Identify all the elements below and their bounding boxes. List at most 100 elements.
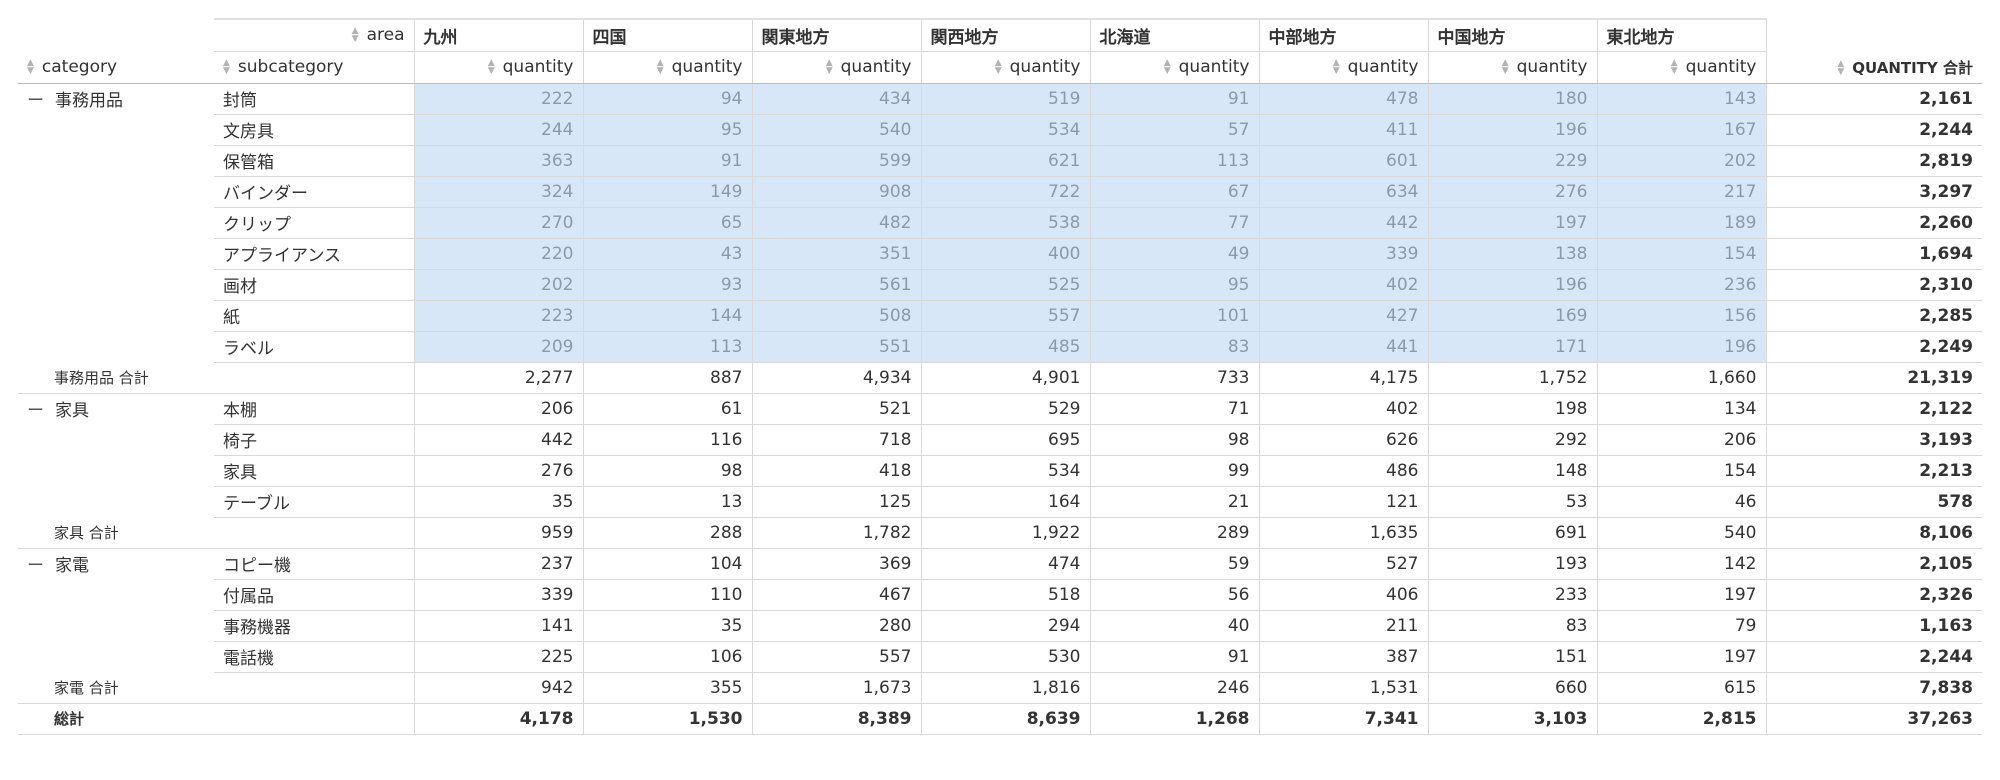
row-total-cell[interactable]: 3,297 xyxy=(1766,175,1982,208)
value-cell[interactable]: 551 xyxy=(751,330,921,363)
subcategory-cell[interactable]: 付属品 xyxy=(214,578,414,611)
subtotal-value-cell[interactable]: 1,782 xyxy=(751,516,921,549)
value-cell[interactable]: 167 xyxy=(1596,113,1767,146)
area-header-0[interactable]: 九州 xyxy=(413,18,583,52)
value-cell[interactable]: 525 xyxy=(920,268,1090,301)
value-cell[interactable]: 197 xyxy=(1596,578,1767,611)
value-cell[interactable]: 223 xyxy=(413,299,583,332)
row-total-cell[interactable]: 2,244 xyxy=(1766,640,1982,673)
subtotal-value-cell[interactable]: 355 xyxy=(582,671,752,704)
category-cell[interactable]: ー家具 xyxy=(18,393,214,424)
value-cell[interactable]: 233 xyxy=(1427,578,1597,611)
row-total-cell[interactable]: 1,163 xyxy=(1766,609,1982,642)
measure-header[interactable]: ▲ ▼ quantity xyxy=(920,50,1090,84)
value-cell[interactable]: 534 xyxy=(920,113,1090,146)
area-header-6[interactable]: 中国地方 xyxy=(1427,18,1597,52)
value-cell[interactable]: 908 xyxy=(751,175,921,208)
subcategory-cell[interactable]: 紙 xyxy=(214,299,414,332)
value-cell[interactable]: 61 xyxy=(582,392,752,425)
subtotal-total-cell[interactable]: 21,319 xyxy=(1766,361,1982,394)
value-cell[interactable]: 91 xyxy=(1089,82,1259,115)
value-cell[interactable]: 202 xyxy=(1596,144,1767,177)
value-cell[interactable]: 427 xyxy=(1258,299,1428,332)
value-cell[interactable]: 144 xyxy=(582,299,752,332)
value-cell[interactable]: 351 xyxy=(751,237,921,270)
row-total-cell[interactable]: 2,310 xyxy=(1766,268,1982,301)
subcategory-cell[interactable]: 事務機器 xyxy=(214,609,414,642)
value-cell[interactable]: 695 xyxy=(920,423,1090,456)
value-cell[interactable]: 220 xyxy=(413,237,583,270)
value-cell[interactable]: 193 xyxy=(1427,547,1597,580)
value-cell[interactable]: 442 xyxy=(1258,206,1428,239)
area-header-4[interactable]: 北海道 xyxy=(1089,18,1259,52)
sort-arrows-icon[interactable]: ▲ ▼ xyxy=(826,59,833,76)
area-header-1[interactable]: 四国 xyxy=(582,18,752,52)
value-cell[interactable]: 149 xyxy=(582,175,752,208)
value-cell[interactable]: 171 xyxy=(1427,330,1597,363)
value-cell[interactable]: 106 xyxy=(582,640,752,673)
value-cell[interactable]: 189 xyxy=(1596,206,1767,239)
value-cell[interactable]: 280 xyxy=(751,609,921,642)
value-cell[interactable]: 53 xyxy=(1427,485,1597,518)
value-cell[interactable]: 529 xyxy=(920,392,1090,425)
value-cell[interactable]: 276 xyxy=(413,454,583,487)
value-cell[interactable]: 339 xyxy=(413,578,583,611)
subtotal-value-cell[interactable]: 288 xyxy=(582,516,752,549)
value-cell[interactable]: 599 xyxy=(751,144,921,177)
value-cell[interactable]: 101 xyxy=(1089,299,1259,332)
subcategory-cell[interactable]: クリップ xyxy=(214,206,414,239)
value-cell[interactable]: 95 xyxy=(1089,268,1259,301)
value-cell[interactable]: 164 xyxy=(920,485,1090,518)
subtotal-value-cell[interactable]: 1,635 xyxy=(1258,516,1428,549)
subtotal-value-cell[interactable]: 615 xyxy=(1596,671,1767,704)
subcategory-cell[interactable]: ラベル xyxy=(214,330,414,363)
value-cell[interactable]: 406 xyxy=(1258,578,1428,611)
value-cell[interactable]: 508 xyxy=(751,299,921,332)
value-cell[interactable]: 67 xyxy=(1089,175,1259,208)
value-cell[interactable]: 244 xyxy=(413,113,583,146)
row-total-cell[interactable]: 2,285 xyxy=(1766,299,1982,332)
value-cell[interactable]: 400 xyxy=(920,237,1090,270)
subtotal-value-cell[interactable]: 691 xyxy=(1427,516,1597,549)
value-cell[interactable]: 40 xyxy=(1089,609,1259,642)
value-cell[interactable]: 121 xyxy=(1258,485,1428,518)
subcategory-field-header[interactable]: ▲ ▼ subcategory xyxy=(214,50,414,84)
value-cell[interactable]: 236 xyxy=(1596,268,1767,301)
grand-total-value-cell[interactable]: 4,178 xyxy=(413,702,583,735)
value-cell[interactable]: 142 xyxy=(1596,547,1767,580)
value-cell[interactable]: 79 xyxy=(1596,609,1767,642)
subtotal-value-cell[interactable]: 540 xyxy=(1596,516,1767,549)
value-cell[interactable]: 474 xyxy=(920,547,1090,580)
value-cell[interactable]: 540 xyxy=(751,113,921,146)
value-cell[interactable]: 104 xyxy=(582,547,752,580)
subcategory-cell[interactable]: 家具 xyxy=(214,454,414,487)
value-cell[interactable]: 154 xyxy=(1596,237,1767,270)
value-cell[interactable]: 57 xyxy=(1089,113,1259,146)
grand-total-value-cell[interactable]: 1,530 xyxy=(582,702,752,735)
value-cell[interactable]: 485 xyxy=(920,330,1090,363)
grand-total-value-cell[interactable]: 8,389 xyxy=(751,702,921,735)
subtotal-value-cell[interactable]: 1,922 xyxy=(920,516,1090,549)
collapse-minus-icon[interactable]: ー xyxy=(27,396,44,421)
subtotal-value-cell[interactable]: 733 xyxy=(1089,361,1259,394)
value-cell[interactable]: 83 xyxy=(1089,330,1259,363)
subtotal-value-cell[interactable]: 1,531 xyxy=(1258,671,1428,704)
value-cell[interactable]: 557 xyxy=(920,299,1090,332)
value-cell[interactable]: 98 xyxy=(1089,423,1259,456)
quantity-total-header[interactable]: ▲ ▼ QUANTITY 合計 xyxy=(1766,50,1982,84)
subtotal-value-cell[interactable]: 246 xyxy=(1089,671,1259,704)
value-cell[interactable]: 534 xyxy=(920,454,1090,487)
row-total-cell[interactable]: 1,694 xyxy=(1766,237,1982,270)
subcategory-cell[interactable]: テーブル xyxy=(214,485,414,518)
value-cell[interactable]: 418 xyxy=(751,454,921,487)
row-total-cell[interactable]: 2,122 xyxy=(1766,392,1982,425)
subtotal-value-cell[interactable]: 1,660 xyxy=(1596,361,1767,394)
sort-arrows-icon[interactable]: ▲ ▼ xyxy=(352,27,359,44)
area-header-2[interactable]: 関東地方 xyxy=(751,18,921,52)
value-cell[interactable]: 151 xyxy=(1427,640,1597,673)
value-cell[interactable]: 196 xyxy=(1427,268,1597,301)
sort-arrows-icon[interactable]: ▲ ▼ xyxy=(1502,59,1509,76)
value-cell[interactable]: 363 xyxy=(413,144,583,177)
sort-arrows-icon[interactable]: ▲ ▼ xyxy=(657,59,664,76)
value-cell[interactable]: 156 xyxy=(1596,299,1767,332)
